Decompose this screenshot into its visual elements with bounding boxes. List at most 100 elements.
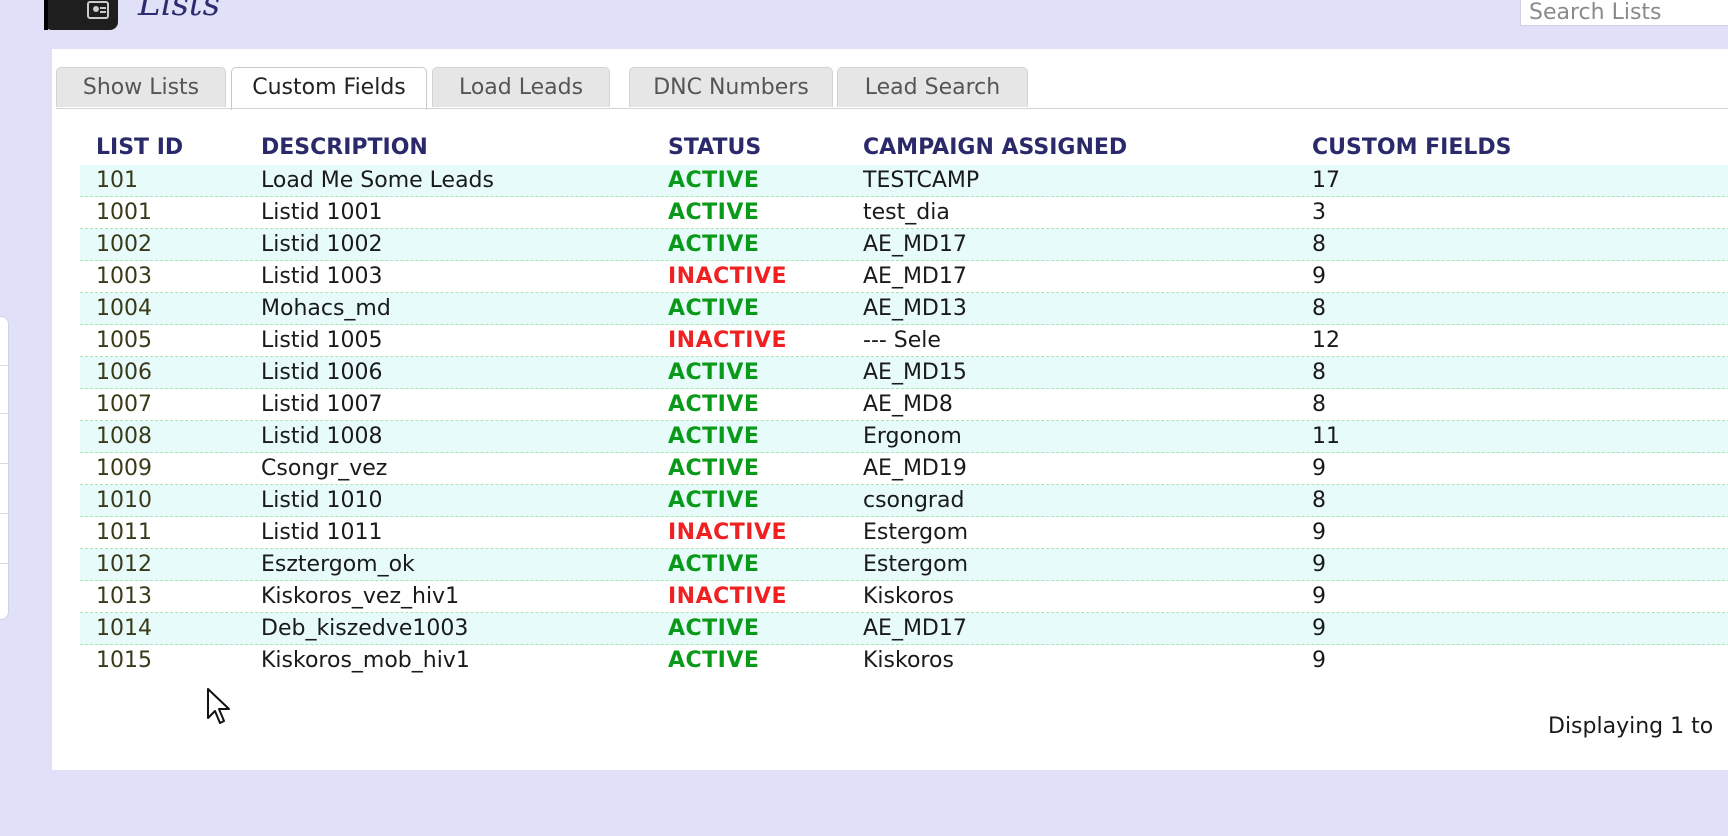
custom-fields-count[interactable]: 9 <box>1312 648 1326 673</box>
custom-fields-count[interactable]: 11 <box>1312 424 1340 449</box>
custom-fields-count[interactable]: 9 <box>1312 456 1326 481</box>
custom-fields-count[interactable]: 9 <box>1312 520 1326 545</box>
tab-show-lists[interactable]: Show Lists <box>56 67 226 107</box>
tab-custom-fields[interactable]: Custom Fields <box>231 67 427 110</box>
status-badge: ACTIVE <box>668 488 760 513</box>
list-id-link[interactable]: 1015 <box>96 648 152 673</box>
campaign-assigned: AE_MD15 <box>863 360 967 385</box>
status-badge: ACTIVE <box>668 616 760 641</box>
status-badge: ACTIVE <box>668 360 760 385</box>
lists-table: LIST ID DESCRIPTION STATUS CAMPAIGN ASSI… <box>80 135 1728 677</box>
table-row[interactable]: 1002 Listid 1002 ACTIVE AE_MD17 8 <box>80 229 1728 261</box>
status-badge: ACTIVE <box>668 648 760 673</box>
list-id-link[interactable]: 1007 <box>96 392 152 417</box>
list-app-icon <box>44 0 118 30</box>
status-badge: INACTIVE <box>668 584 788 609</box>
list-id-link[interactable]: 1012 <box>96 552 152 577</box>
column-header-custom-fields[interactable]: CUSTOM FIELDS <box>1312 135 1511 160</box>
table-row[interactable]: 1004 Mohacs_md ACTIVE AE_MD13 8 <box>80 293 1728 325</box>
table-row[interactable]: 1005 Listid 1005 INACTIVE --- Sele 12 <box>80 325 1728 357</box>
custom-fields-count[interactable]: 9 <box>1312 552 1326 577</box>
list-description: Listid 1003 <box>261 264 383 289</box>
list-description: Kiskoros_vez_hiv1 <box>261 584 460 609</box>
list-id-link[interactable]: 1014 <box>96 616 152 641</box>
custom-fields-count[interactable]: 8 <box>1312 232 1326 257</box>
custom-fields-count[interactable]: 8 <box>1312 392 1326 417</box>
campaign-assigned: TESTCAMP <box>863 168 980 193</box>
list-id-link[interactable]: 1013 <box>96 584 152 609</box>
custom-fields-count[interactable]: 9 <box>1312 584 1326 609</box>
status-badge: ACTIVE <box>668 168 760 193</box>
custom-fields-count[interactable]: 9 <box>1312 264 1326 289</box>
table-row[interactable]: 1011 Listid 1011 INACTIVE Estergom 9 <box>80 517 1728 549</box>
campaign-assigned: AE_MD17 <box>863 264 967 289</box>
list-id-link[interactable]: 1008 <box>96 424 152 449</box>
campaign-assigned: Estergom <box>863 552 969 577</box>
custom-fields-count[interactable]: 8 <box>1312 296 1326 321</box>
table-row[interactable]: 1003 Listid 1003 INACTIVE AE_MD17 9 <box>80 261 1728 293</box>
tab-load-leads[interactable]: Load Leads <box>432 67 610 107</box>
table-row[interactable]: 1001 Listid 1001 ACTIVE test_dia 3 <box>80 197 1728 229</box>
list-id-link[interactable]: 101 <box>96 168 138 193</box>
table-row[interactable]: 1015 Kiskoros_mob_hiv1 ACTIVE Kiskoros 9 <box>80 645 1728 677</box>
table-row[interactable]: 101 Load Me Some Leads ACTIVE TESTCAMP 1… <box>80 165 1728 197</box>
campaign-assigned: Kiskoros <box>863 648 954 673</box>
list-description: Listid 1007 <box>261 392 383 417</box>
search-input[interactable] <box>1520 0 1728 26</box>
list-description: Load Me Some Leads <box>261 168 494 193</box>
table-row[interactable]: 1006 Listid 1006 ACTIVE AE_MD15 8 <box>80 357 1728 389</box>
tab-divider <box>56 108 1728 109</box>
list-description: Deb_kiszedve1003 <box>261 616 469 641</box>
list-id-link[interactable]: 1002 <box>96 232 152 257</box>
list-description: Esztergom_ok <box>261 552 415 577</box>
content-panel: Show Lists Custom Fields Load Leads DNC … <box>52 49 1728 770</box>
table-row[interactable]: 1014 Deb_kiszedve1003 ACTIVE AE_MD17 9 <box>80 613 1728 645</box>
custom-fields-count[interactable]: 17 <box>1312 168 1340 193</box>
list-id-link[interactable]: 1010 <box>96 488 152 513</box>
list-id-link[interactable]: 1005 <box>96 328 152 353</box>
list-id-link[interactable]: 1006 <box>96 360 152 385</box>
list-description: Listid 1002 <box>261 232 383 257</box>
collapsed-side-panel[interactable] <box>0 316 9 620</box>
list-description: Kiskoros_mob_hiv1 <box>261 648 470 673</box>
table-row[interactable]: 1013 Kiskoros_vez_hiv1 INACTIVE Kiskoros… <box>80 581 1728 613</box>
campaign-assigned: Ergonom <box>863 424 962 449</box>
custom-fields-count[interactable]: 8 <box>1312 488 1326 513</box>
campaign-assigned: AE_MD8 <box>863 392 953 417</box>
table-row[interactable]: 1012 Esztergom_ok ACTIVE Estergom 9 <box>80 549 1728 581</box>
campaign-assigned: AE_MD19 <box>863 456 967 481</box>
table-header: LIST ID DESCRIPTION STATUS CAMPAIGN ASSI… <box>80 135 1728 165</box>
tab-dnc-numbers[interactable]: DNC Numbers <box>629 67 833 107</box>
list-id-link[interactable]: 1001 <box>96 200 152 225</box>
tab-lead-search[interactable]: Lead Search <box>837 67 1028 107</box>
column-header-status[interactable]: STATUS <box>668 135 761 160</box>
column-header-campaign-assigned[interactable]: CAMPAIGN ASSIGNED <box>863 135 1127 160</box>
custom-fields-count[interactable]: 12 <box>1312 328 1340 353</box>
status-badge: ACTIVE <box>668 232 760 257</box>
column-header-list-id[interactable]: LIST ID <box>96 135 183 160</box>
status-badge: ACTIVE <box>668 200 760 225</box>
list-description: Listid 1005 <box>261 328 383 353</box>
campaign-assigned: AE_MD17 <box>863 232 967 257</box>
list-id-link[interactable]: 1004 <box>96 296 152 321</box>
list-id-link[interactable]: 1011 <box>96 520 152 545</box>
status-badge: INACTIVE <box>668 264 788 289</box>
list-id-link[interactable]: 1009 <box>96 456 152 481</box>
campaign-assigned: AE_MD17 <box>863 616 967 641</box>
campaign-assigned: Kiskoros <box>863 584 954 609</box>
mouse-cursor-icon <box>207 688 230 724</box>
custom-fields-count[interactable]: 9 <box>1312 616 1326 641</box>
custom-fields-count[interactable]: 8 <box>1312 360 1326 385</box>
page-title: Lists <box>138 0 221 24</box>
column-header-description[interactable]: DESCRIPTION <box>261 135 428 160</box>
table-row[interactable]: 1010 Listid 1010 ACTIVE csongrad 8 <box>80 485 1728 517</box>
table-row[interactable]: 1008 Listid 1008 ACTIVE Ergonom 11 <box>80 421 1728 453</box>
status-badge: INACTIVE <box>668 328 788 353</box>
table-row[interactable]: 1009 Csongr_vez ACTIVE AE_MD19 9 <box>80 453 1728 485</box>
list-id-link[interactable]: 1003 <box>96 264 152 289</box>
custom-fields-count[interactable]: 3 <box>1312 200 1326 225</box>
table-row[interactable]: 1007 Listid 1007 ACTIVE AE_MD8 8 <box>80 389 1728 421</box>
list-description: Listid 1006 <box>261 360 383 385</box>
list-description: Csongr_vez <box>261 456 388 481</box>
list-description: Mohacs_md <box>261 296 391 321</box>
